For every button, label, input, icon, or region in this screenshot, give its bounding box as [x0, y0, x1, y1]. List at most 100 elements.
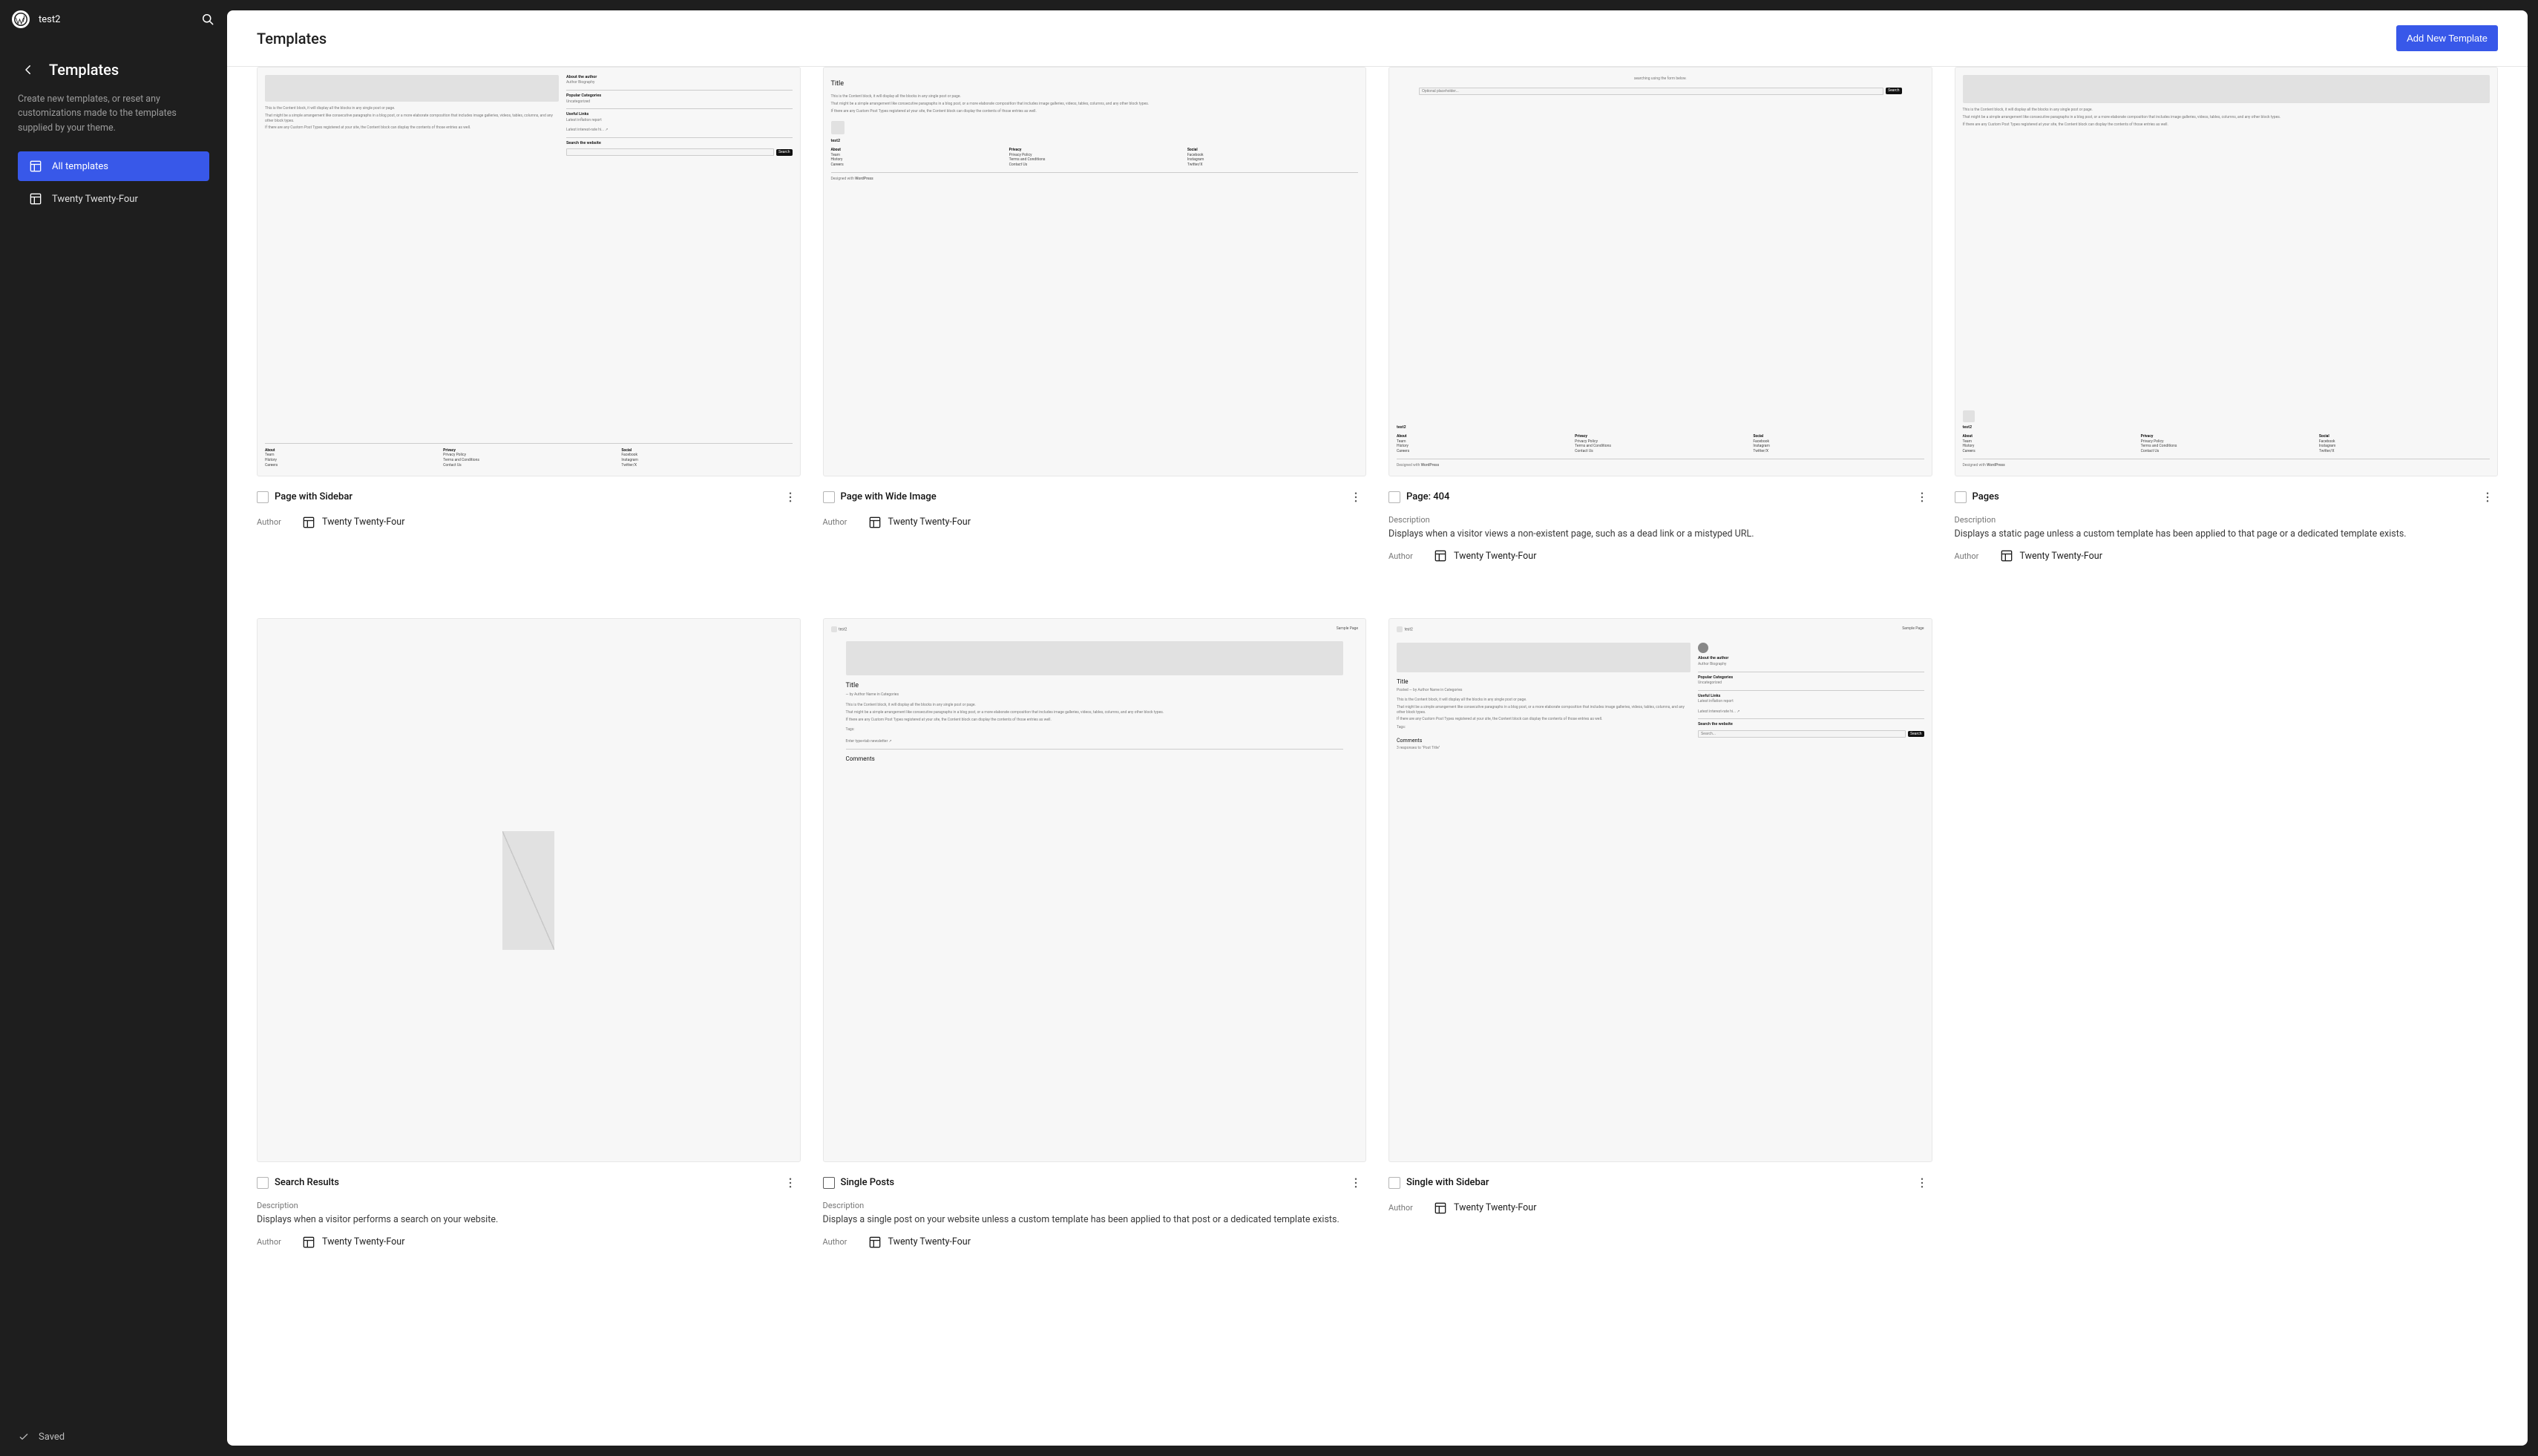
- description-label: Description: [1388, 515, 1932, 525]
- sidebar-nav: All templates Twenty Twenty-Four: [18, 151, 209, 214]
- layout-icon: [28, 191, 43, 206]
- author-label: Author: [823, 1237, 862, 1247]
- template-preview[interactable]: [257, 618, 801, 1162]
- select-checkbox[interactable]: [1388, 491, 1400, 503]
- more-actions-button[interactable]: [1912, 1173, 1932, 1193]
- sidebar-body: Templates Create new templates, or reset…: [0, 39, 227, 1417]
- author-block: Author Twenty Twenty-Four: [1955, 548, 2499, 563]
- select-checkbox[interactable]: [257, 1177, 269, 1189]
- sidebar-topbar: test2: [0, 0, 227, 39]
- template-preview[interactable]: test2 Sample Page Title — by Author Name…: [823, 618, 1367, 1162]
- template-card-single-posts: test2 Sample Page Title — by Author Name…: [823, 618, 1367, 1249]
- template-title-row: Page with Sidebar: [257, 487, 801, 508]
- sidebar-footer: Saved: [0, 1417, 227, 1456]
- template-description: Displays a single post on your website u…: [823, 1213, 1367, 1227]
- template-card-search-results: Search Results Description Displays when …: [257, 618, 801, 1249]
- more-actions-button[interactable]: [780, 1173, 801, 1193]
- main-panel: Templates Add New Template This is the C…: [227, 10, 2528, 1446]
- template-title[interactable]: Page with Sidebar: [275, 491, 774, 502]
- more-actions-button[interactable]: [2477, 487, 2498, 508]
- author-name: Twenty Twenty-Four: [1454, 1202, 1536, 1213]
- select-checkbox[interactable]: [823, 1177, 835, 1189]
- author-name: Twenty Twenty-Four: [888, 1236, 971, 1247]
- author-label: Author: [1388, 1203, 1427, 1213]
- template-title-row: Pages: [1955, 487, 2499, 508]
- wordpress-logo-icon[interactable]: [12, 10, 30, 28]
- select-checkbox[interactable]: [1955, 491, 1967, 503]
- main-header: Templates Add New Template: [227, 10, 2528, 67]
- select-checkbox[interactable]: [257, 491, 269, 503]
- template-card-single-with-sidebar: test2 Sample Page Title Posted — by Auth…: [1388, 618, 1932, 1249]
- author-label: Author: [1388, 551, 1427, 561]
- more-actions-button[interactable]: [1345, 1173, 1366, 1193]
- check-icon: [18, 1431, 30, 1443]
- template-description: Displays when a visitor performs a searc…: [257, 1213, 801, 1227]
- layout-icon: [28, 159, 43, 174]
- layout-icon: [1999, 548, 2014, 563]
- layout-icon: [1433, 548, 1448, 563]
- template-title-row: Search Results: [257, 1173, 801, 1193]
- template-title[interactable]: Page with Wide Image: [841, 491, 1340, 502]
- sidebar-item-label: Twenty Twenty-Four: [52, 194, 138, 205]
- more-actions-button[interactable]: [1912, 487, 1932, 508]
- template-title[interactable]: Pages: [1973, 491, 2472, 502]
- template-card-page-404: searching using the form below. Search t…: [1388, 67, 1932, 563]
- template-preview[interactable]: This is the Content block, it will displ…: [1955, 67, 2499, 476]
- more-actions-button[interactable]: [1345, 487, 1366, 508]
- template-preview[interactable]: test2 Sample Page Title Posted — by Auth…: [1388, 618, 1932, 1162]
- sidebar-top-left: test2: [12, 10, 60, 28]
- select-checkbox[interactable]: [823, 491, 835, 503]
- template-description: Displays when a visitor views a non-exis…: [1388, 528, 1932, 542]
- layout-icon: [301, 515, 316, 530]
- author-block: Author Twenty Twenty-Four: [823, 1235, 1367, 1250]
- template-card-page-with-sidebar: This is the Content block, it will displ…: [257, 67, 801, 563]
- template-title-row: Single with Sidebar: [1388, 1173, 1932, 1193]
- author-label: Author: [257, 1237, 295, 1247]
- author-name: Twenty Twenty-Four: [322, 517, 404, 528]
- template-title-row: Page with Wide Image: [823, 487, 1367, 508]
- author-label: Author: [1955, 551, 1993, 561]
- saved-label: Saved: [39, 1432, 65, 1443]
- template-title[interactable]: Search Results: [275, 1177, 774, 1188]
- layout-icon: [868, 1235, 882, 1250]
- site-title[interactable]: test2: [39, 14, 60, 25]
- template-preview[interactable]: This is the Content block, it will displ…: [257, 67, 801, 476]
- sidebar-item-label: All templates: [52, 161, 108, 172]
- description-label: Description: [1955, 515, 2499, 525]
- templates-grid: This is the Content block, it will displ…: [257, 67, 2498, 1250]
- template-title-row: Single Posts: [823, 1173, 1367, 1193]
- template-title-row: Page: 404: [1388, 487, 1932, 508]
- template-description: Displays a static page unless a custom t…: [1955, 528, 2499, 542]
- layout-icon: [868, 515, 882, 530]
- sidebar: test2 Templates Create new templates, or…: [0, 0, 227, 1456]
- template-card-pages: This is the Content block, it will displ…: [1955, 67, 2499, 563]
- search-icon[interactable]: [200, 12, 215, 27]
- app-root: test2 Templates Create new templates, or…: [0, 0, 2538, 1456]
- layout-icon: [301, 1235, 316, 1250]
- description-label: Description: [257, 1201, 801, 1210]
- author-block: Author Twenty Twenty-Four: [1388, 1201, 1932, 1216]
- template-title[interactable]: Page: 404: [1406, 491, 1906, 502]
- template-preview[interactable]: searching using the form below. Search t…: [1388, 67, 1932, 476]
- row-spacer: [257, 586, 2498, 596]
- author-block: Author Twenty Twenty-Four: [1388, 548, 1932, 563]
- sidebar-item-twenty-twenty-four[interactable]: Twenty Twenty-Four: [18, 184, 209, 214]
- back-button[interactable]: [18, 59, 39, 80]
- author-name: Twenty Twenty-Four: [2020, 551, 2102, 562]
- author-label: Author: [257, 517, 295, 527]
- more-actions-button[interactable]: [780, 487, 801, 508]
- template-card-page-with-wide-image: Title This is the Content block, it will…: [823, 67, 1367, 563]
- author-block: Author Twenty Twenty-Four: [257, 515, 801, 530]
- template-preview[interactable]: Title This is the Content block, it will…: [823, 67, 1367, 476]
- template-title[interactable]: Single Posts: [841, 1177, 1340, 1188]
- author-name: Twenty Twenty-Four: [322, 1236, 404, 1247]
- sidebar-description: Create new templates, or reset any custo…: [18, 92, 209, 135]
- sidebar-header: Templates: [18, 59, 209, 80]
- sidebar-item-all-templates[interactable]: All templates: [18, 151, 209, 181]
- template-title[interactable]: Single with Sidebar: [1406, 1177, 1906, 1188]
- main-body[interactable]: This is the Content block, it will displ…: [227, 67, 2528, 1446]
- add-new-template-button[interactable]: Add New Template: [2396, 25, 2498, 51]
- author-block: Author Twenty Twenty-Four: [823, 515, 1367, 530]
- select-checkbox[interactable]: [1388, 1177, 1400, 1189]
- sidebar-title: Templates: [49, 61, 119, 79]
